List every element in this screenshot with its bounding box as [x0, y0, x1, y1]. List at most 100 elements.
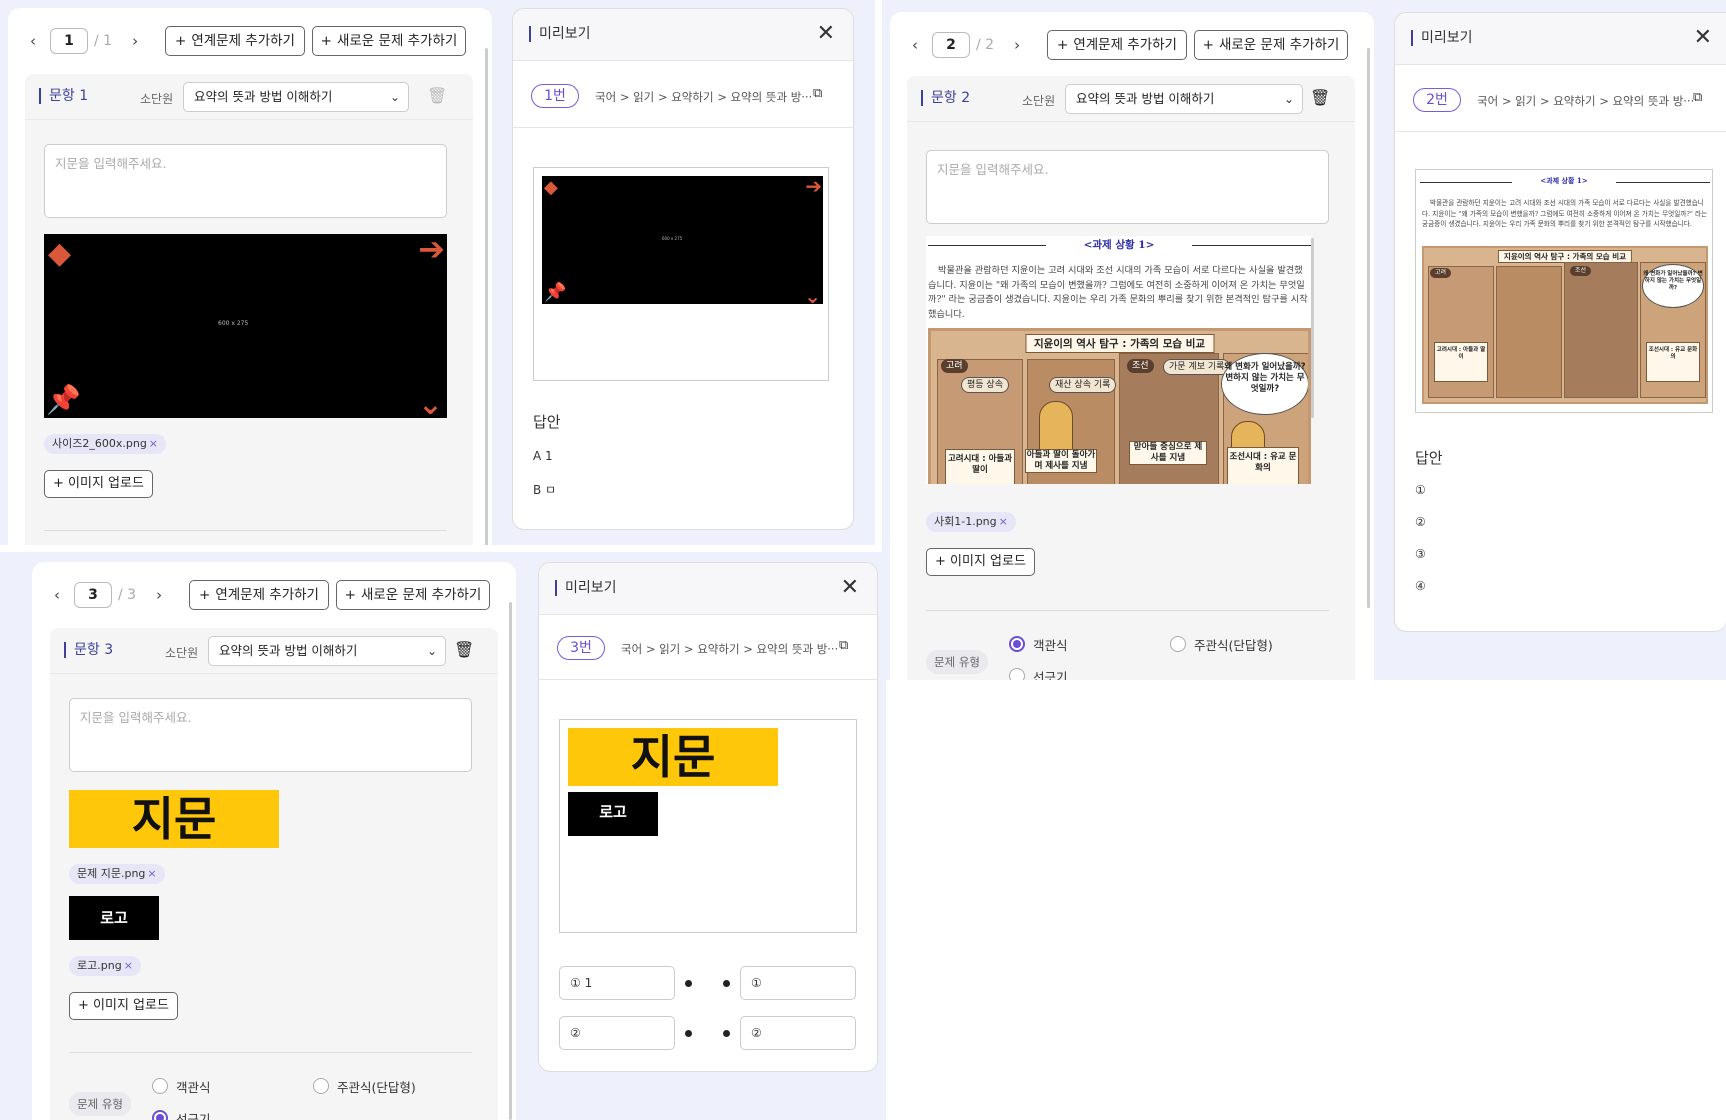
subunit-select[interactable]: 요약의 뜻과 방법 이해하기 ⌄: [183, 82, 409, 112]
remove-file-icon[interactable]: ×: [999, 515, 1008, 528]
radio-matching[interactable]: [152, 1110, 168, 1120]
plus-icon: +: [1057, 37, 1069, 53]
preview-header: 미리보기 ✕: [513, 9, 853, 61]
remove-file-icon[interactable]: ×: [149, 437, 158, 450]
next-page-icon[interactable]: ›: [148, 586, 170, 604]
add-linked-button[interactable]: + 연계문제 추가하기: [189, 580, 329, 610]
question-title: 문항 2: [921, 90, 970, 106]
match-left-1[interactable]: ① 1: [559, 966, 675, 1000]
page-total: / 2: [976, 37, 995, 53]
add-new-label: 새로운 문제 추가하기: [336, 33, 458, 49]
doc-heading: <과제 상황 1>: [1083, 239, 1155, 251]
image-upload-button[interactable]: + 이미지 업로드: [69, 992, 178, 1020]
rule-left: [1420, 182, 1512, 183]
external-link-icon[interactable]: ⧉: [839, 638, 848, 653]
match-left-dot-1[interactable]: [685, 980, 692, 987]
comic-box-middle: 아들과 딸이 돌아가며 제사를 지냄: [1025, 449, 1097, 473]
subunit-select[interactable]: 요약의 뜻과 방법 이해하기 ⌄: [1065, 84, 1303, 114]
comic-tag-joseon: 조선: [1570, 266, 1592, 276]
page-input[interactable]: 3: [74, 582, 112, 608]
preview-title: 미리보기: [1411, 30, 1473, 46]
add-new-button[interactable]: + 새로운 문제 추가하기: [1194, 30, 1348, 60]
answer-4: ④: [1415, 579, 1426, 593]
radio-matching[interactable]: [1009, 668, 1025, 680]
arrow-right-icon: ➔: [805, 174, 822, 198]
close-icon[interactable]: ✕: [1694, 25, 1712, 51]
remove-file-icon[interactable]: ×: [124, 959, 133, 972]
divider: [44, 530, 447, 531]
file-chip-logo: 로고.png ×: [69, 956, 141, 976]
external-link-icon[interactable]: ⧉: [813, 86, 822, 101]
preview-image: 600 x 275 ◆ ➔ 📌 ⌄: [542, 174, 823, 308]
scrollbar[interactable]: [1367, 48, 1370, 608]
preview-header: 미리보기 ✕: [539, 563, 877, 615]
page-input[interactable]: 2: [932, 32, 970, 58]
radio-short-answer-label: 주관식(단답형): [337, 1080, 416, 1095]
prev-page-icon[interactable]: ‹: [46, 586, 68, 604]
passage-input[interactable]: 지문을 입력해주세요.: [926, 150, 1329, 224]
pin-icon: 📌: [46, 383, 81, 416]
chevron-down-icon: ⌄: [804, 284, 821, 308]
match-left-2[interactable]: ②: [559, 1016, 675, 1050]
file-chip-name: 문제 지문.png: [77, 867, 146, 880]
rule-right: [1616, 182, 1710, 183]
question-type-label: 문제 유형: [926, 650, 988, 674]
scrollbar[interactable]: [485, 48, 488, 545]
comic-tag-goryeo: 고려: [941, 359, 968, 373]
radio-multiple-choice[interactable]: [152, 1078, 168, 1094]
subunit-label: 소단원: [1022, 94, 1056, 108]
plus-icon: +: [1202, 37, 1214, 53]
next-page-icon[interactable]: ›: [1006, 36, 1028, 54]
radio-short-answer[interactable]: [1170, 636, 1186, 652]
subunit-value: 요약의 뜻과 방법 이해하기: [194, 89, 333, 104]
preview-title: 미리보기: [555, 580, 617, 596]
image-size-label: 600 x 275: [218, 320, 249, 327]
question-number-badge: 3번: [557, 636, 605, 660]
trash-icon[interactable]: 🗑: [427, 86, 447, 108]
scrollbar[interactable]: [509, 602, 512, 1120]
radio-multiple-choice-label: 객관식: [176, 1080, 211, 1095]
question-number-badge: 2번: [1413, 88, 1461, 112]
prev-page-icon[interactable]: ‹: [22, 32, 44, 50]
match-right-1[interactable]: ①: [740, 966, 856, 1000]
image-upload-button[interactable]: + 이미지 업로드: [926, 548, 1035, 576]
subunit-label: 소단원: [165, 646, 199, 660]
match-right-dot-1[interactable]: [723, 980, 730, 987]
external-link-icon[interactable]: ⧉: [1693, 90, 1702, 105]
prev-page-icon[interactable]: ‹: [904, 36, 926, 54]
add-new-button[interactable]: + 새로운 문제 추가하기: [312, 26, 466, 56]
chevron-down-icon: ⌄: [426, 644, 437, 658]
next-page-icon[interactable]: ›: [124, 32, 146, 50]
preview-card-2: 미리보기 ✕ 2번 국어 > 읽기 > 요약하기 > 요약의 뜻과 방··· ⧉…: [1394, 12, 1726, 632]
close-icon[interactable]: ✕: [817, 21, 835, 47]
pager: ‹ 1 / 1 ›: [22, 28, 146, 54]
match-right-2[interactable]: ②: [740, 1016, 856, 1050]
image-upload-button[interactable]: + 이미지 업로드: [44, 470, 153, 498]
add-linked-button[interactable]: + 연계문제 추가하기: [165, 26, 305, 56]
match-right-dot-2[interactable]: [723, 1030, 730, 1037]
plus-icon: +: [175, 33, 187, 49]
preview-frame: 600 x 275 ◆ ➔ 📌 ⌄: [533, 167, 829, 381]
question-title: 문항 1: [39, 88, 88, 104]
radio-multiple-choice[interactable]: [1009, 636, 1025, 652]
trash-icon[interactable]: 🗑: [1310, 88, 1330, 110]
divider: [1395, 131, 1726, 132]
trash-icon[interactable]: 🗑: [454, 640, 474, 662]
close-icon[interactable]: ✕: [841, 575, 859, 601]
passage-input[interactable]: 지문을 입력해주세요.: [69, 698, 472, 772]
page-input[interactable]: 1: [50, 28, 88, 54]
doc-body: 박물관을 관람하던 지윤이는 고려 시대와 조선 시대의 가족 모습이 서로 다…: [1422, 199, 1708, 228]
breadcrumb: 국어 > 읽기 > 요약하기 > 요약의 뜻과 방···: [1477, 94, 1695, 108]
subunit-select[interactable]: 요약의 뜻과 방법 이해하기 ⌄: [208, 636, 446, 666]
subunit-value: 요약의 뜻과 방법 이해하기: [219, 643, 358, 658]
passage-input[interactable]: 지문을 입력해주세요.: [44, 144, 447, 218]
add-new-button[interactable]: + 새로운 문제 추가하기: [336, 580, 490, 610]
image-scrollbar[interactable]: [1311, 238, 1314, 418]
add-linked-button[interactable]: + 연계문제 추가하기: [1047, 30, 1187, 60]
match-left-dot-2[interactable]: [685, 1030, 692, 1037]
comic-box-goryeo: 고려시대 : 아들과 딸이: [945, 449, 1015, 484]
radio-short-answer[interactable]: [313, 1078, 329, 1094]
comic-image: 지윤이의 역사 탐구 : 가족의 모습 비교 고려 평등 상속 재산 상속 기록…: [928, 328, 1311, 484]
remove-file-icon[interactable]: ×: [147, 867, 156, 880]
file-chip-name: 사이즈2_600x.png: [52, 437, 147, 450]
